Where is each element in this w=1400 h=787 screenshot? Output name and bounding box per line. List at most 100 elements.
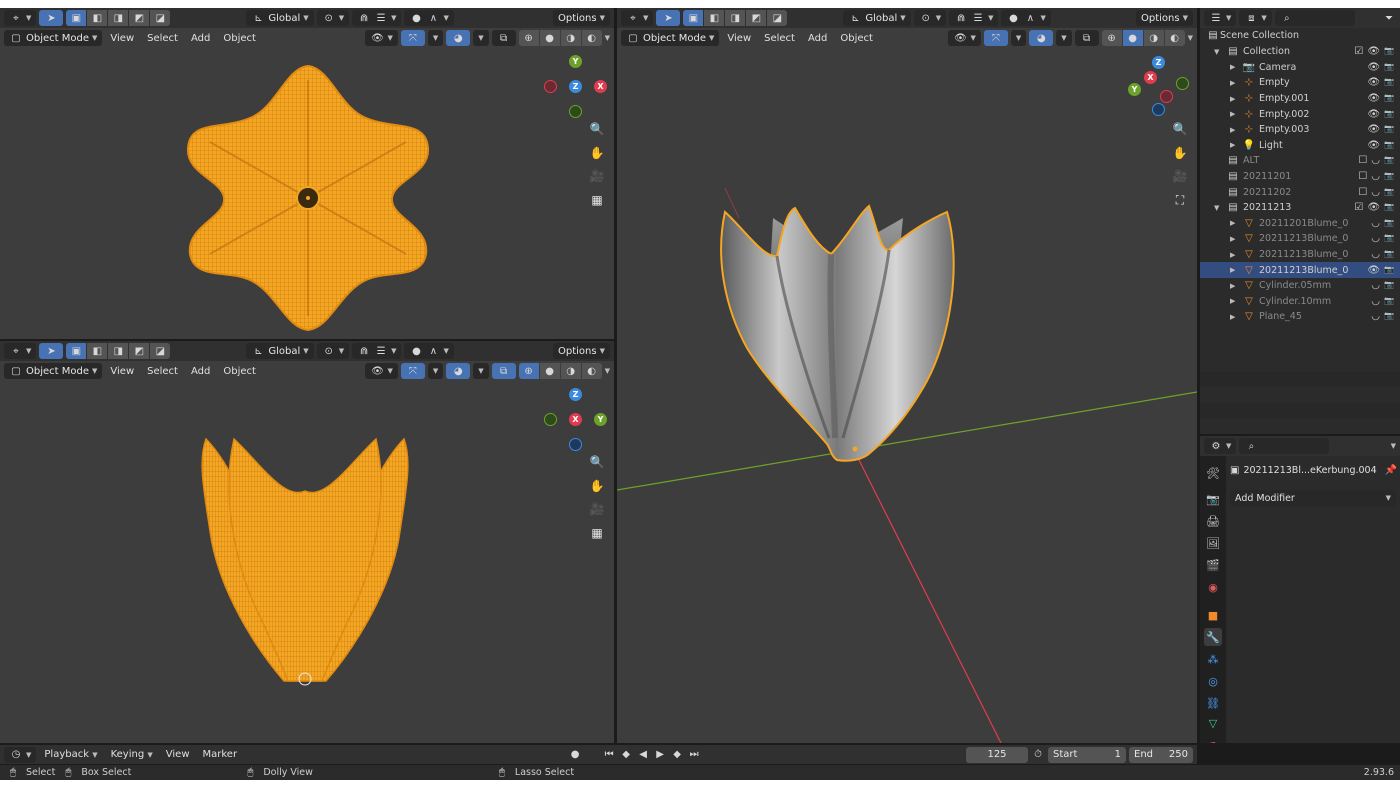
select-tool-button[interactable]: ➤: [39, 343, 64, 359]
select-extend-button[interactable]: ◧: [87, 10, 108, 26]
flower-solid-model[interactable]: [713, 198, 963, 468]
chevron-down-icon[interactable]: ▼: [605, 34, 610, 42]
expand-right-icon[interactable]: ▶: [1230, 251, 1242, 259]
modifier-tab-icon[interactable]: 🔧: [1204, 628, 1222, 646]
shading-wireframe-button[interactable]: ⊕: [518, 30, 539, 46]
render-camera-icon[interactable]: 📷: [1384, 124, 1394, 135]
expand-right-icon[interactable]: ▶: [1230, 95, 1242, 103]
outliner-row[interactable]: ▶ ▽ 20211213Blume_0 ◡ 📷: [1200, 247, 1400, 263]
menu-select[interactable]: Select: [142, 30, 183, 46]
properties-editor-type-button[interactable]: ⚙ ▼: [1204, 438, 1237, 454]
eye-icon[interactable]: 👁: [1367, 124, 1380, 135]
menu-view[interactable]: View: [161, 747, 195, 763]
current-frame-field[interactable]: 125: [966, 746, 1028, 763]
visibility-dropdown[interactable]: 👁 ▼: [365, 363, 398, 379]
eye-icon[interactable]: ◡: [1371, 233, 1380, 244]
zoom-icon[interactable]: 🔍: [587, 119, 607, 139]
stopwatch-icon[interactable]: ⏱: [1031, 748, 1045, 762]
filter-icon[interactable]: ⏷: [1382, 11, 1396, 25]
add-modifier-dropdown[interactable]: Add Modifier ▼: [1230, 490, 1396, 506]
shading-rendered-button[interactable]: ◐: [581, 30, 602, 46]
viewport-front[interactable]: ⌖ ▼ ➤ ▣ ◧ ◨ ◩ ◪ ⊾ Global ▼ ⊙ ▼ ⋒ ☰ ▼ ● ∧ ▼ Optio…: [0, 341, 614, 743]
overlays-dropdown[interactable]: ▼: [473, 30, 489, 46]
render-camera-icon[interactable]: 📷: [1384, 171, 1394, 182]
outliner-row[interactable]: ▤ 20211201 ☐ ◡ 📷: [1200, 169, 1400, 185]
outliner-row[interactable]: ▶ ⊹ Empty 👁 📷: [1200, 75, 1400, 91]
outliner-row[interactable]: ▶ ⊹ Empty.001 👁 📷: [1200, 91, 1400, 107]
properties-search-input[interactable]: ⌕: [1239, 438, 1330, 454]
flower-front-wireframe[interactable]: [188, 431, 422, 693]
expand-right-icon[interactable]: ▶: [1230, 282, 1242, 290]
expand-right-icon[interactable]: ▶: [1230, 219, 1242, 227]
select-invert-button[interactable]: ◩: [129, 343, 150, 359]
expand-down-icon[interactable]: ▼: [1214, 48, 1226, 56]
render-camera-icon[interactable]: 📷: [1384, 218, 1394, 229]
overlays-dropdown[interactable]: ▼: [473, 363, 489, 379]
camera-view-icon[interactable]: 🎥: [1170, 166, 1190, 186]
eye-icon[interactable]: 👁: [1367, 265, 1380, 276]
eye-icon[interactable]: ◡: [1371, 296, 1380, 307]
render-camera-icon[interactable]: 📷: [1384, 202, 1394, 213]
render-camera-icon[interactable]: 📷: [1384, 311, 1394, 322]
gizmo-z-axis[interactable]: Z: [1152, 56, 1165, 69]
options-dropdown[interactable]: Options ▼: [553, 343, 610, 359]
gizmo-neg-z-axis[interactable]: [569, 438, 582, 451]
gizmo-neg-z-axis[interactable]: [1152, 103, 1165, 116]
menu-object[interactable]: Object: [218, 30, 261, 46]
outliner-row[interactable]: ▤ ALT ☐ ◡ 📷: [1200, 153, 1400, 169]
select-subtract-button[interactable]: ◨: [108, 343, 129, 359]
outliner-row[interactable]: ▤ 20211202 ☐ ◡ 📷: [1200, 184, 1400, 200]
scene-collection-row[interactable]: ▤ Scene Collection: [1200, 28, 1400, 44]
gizmo-z-axis[interactable]: Z: [569, 388, 582, 401]
menu-object[interactable]: Object: [218, 363, 261, 379]
pivot-point-dropdown[interactable]: ⊙ ▼: [316, 343, 350, 359]
eye-icon[interactable]: 👁: [1367, 77, 1380, 88]
gizmo-x-axis[interactable]: X: [569, 413, 582, 426]
exclude-checkbox-icon[interactable]: ☑: [1354, 202, 1363, 213]
end-frame-field[interactable]: End 250: [1129, 746, 1193, 763]
exclude-checkbox-icon[interactable]: ☐: [1358, 155, 1367, 166]
next-keyframe-icon[interactable]: ◆: [670, 748, 684, 762]
eye-icon[interactable]: ◡: [1371, 311, 1380, 322]
render-camera-icon[interactable]: 📷: [1384, 109, 1394, 120]
outliner-row[interactable]: ▶ ▽ 20211213Blume_0 👁 📷: [1200, 262, 1400, 278]
constraints-tab-icon[interactable]: ⛓: [1204, 694, 1222, 712]
shading-material-button[interactable]: ◑: [560, 363, 581, 379]
flower-top-wireframe[interactable]: [180, 58, 436, 338]
ortho-grid-icon[interactable]: ▦: [587, 523, 607, 543]
shading-wireframe-button[interactable]: ⊕: [518, 363, 539, 379]
view-layer-tab-icon[interactable]: 🖼: [1204, 534, 1222, 552]
editor-type-button[interactable]: ⌖ ▼: [4, 343, 37, 359]
render-camera-icon[interactable]: 📷: [1384, 155, 1394, 166]
jump-end-icon[interactable]: ⏭: [687, 748, 701, 762]
expand-right-icon[interactable]: ▶: [1230, 141, 1242, 149]
menu-add[interactable]: Add: [186, 363, 215, 379]
menu-add[interactable]: Add: [186, 30, 215, 46]
outliner-editor-type-button[interactable]: ☰ ▼: [1204, 10, 1237, 26]
gizmo-neg-y-axis[interactable]: [569, 105, 582, 118]
expand-right-icon[interactable]: ▶: [1230, 297, 1242, 305]
expand-right-icon[interactable]: ▶: [1230, 266, 1242, 274]
eye-icon[interactable]: ◡: [1371, 218, 1380, 229]
play-reverse-icon[interactable]: ◀: [636, 748, 650, 762]
render-camera-icon[interactable]: 📷: [1384, 62, 1394, 73]
zoom-icon[interactable]: 🔍: [1170, 119, 1190, 139]
pan-hand-icon[interactable]: ✋: [1170, 143, 1190, 163]
outliner-row[interactable]: ▶ 📷 Camera 👁 📷: [1200, 60, 1400, 76]
visibility-dropdown[interactable]: 👁 ▼: [365, 30, 398, 46]
viewport-perspective[interactable]: ⌖ ▼ ➤ ▣ ◧ ◨ ◩ ◪ ⊾ Global ▼ ⊙ ▼ ⋒ ☰ ▼ ● ∧ ▼ Optio…: [617, 8, 1197, 743]
data-tab-icon[interactable]: ▽: [1204, 714, 1222, 732]
gizmo-x-axis[interactable]: X: [1144, 71, 1157, 84]
gizmo-y-axis[interactable]: Y: [569, 55, 582, 68]
eye-icon[interactable]: 👁: [1367, 46, 1380, 57]
zoom-icon[interactable]: 🔍: [587, 452, 607, 472]
expand-right-icon[interactable]: ▶: [1230, 126, 1242, 134]
pin-icon[interactable]: 📌: [1385, 463, 1397, 477]
camera-view-icon[interactable]: 🎥: [587, 166, 607, 186]
menu-keying[interactable]: Keying ▼: [106, 747, 158, 763]
world-tab-icon[interactable]: ◉: [1204, 578, 1222, 596]
select-tool-button[interactable]: ➤: [39, 10, 64, 26]
eye-icon[interactable]: 👁: [1367, 140, 1380, 151]
tool-tab-icon[interactable]: 🛠: [1204, 464, 1222, 482]
gizmo-neg-y-axis[interactable]: [544, 413, 557, 426]
